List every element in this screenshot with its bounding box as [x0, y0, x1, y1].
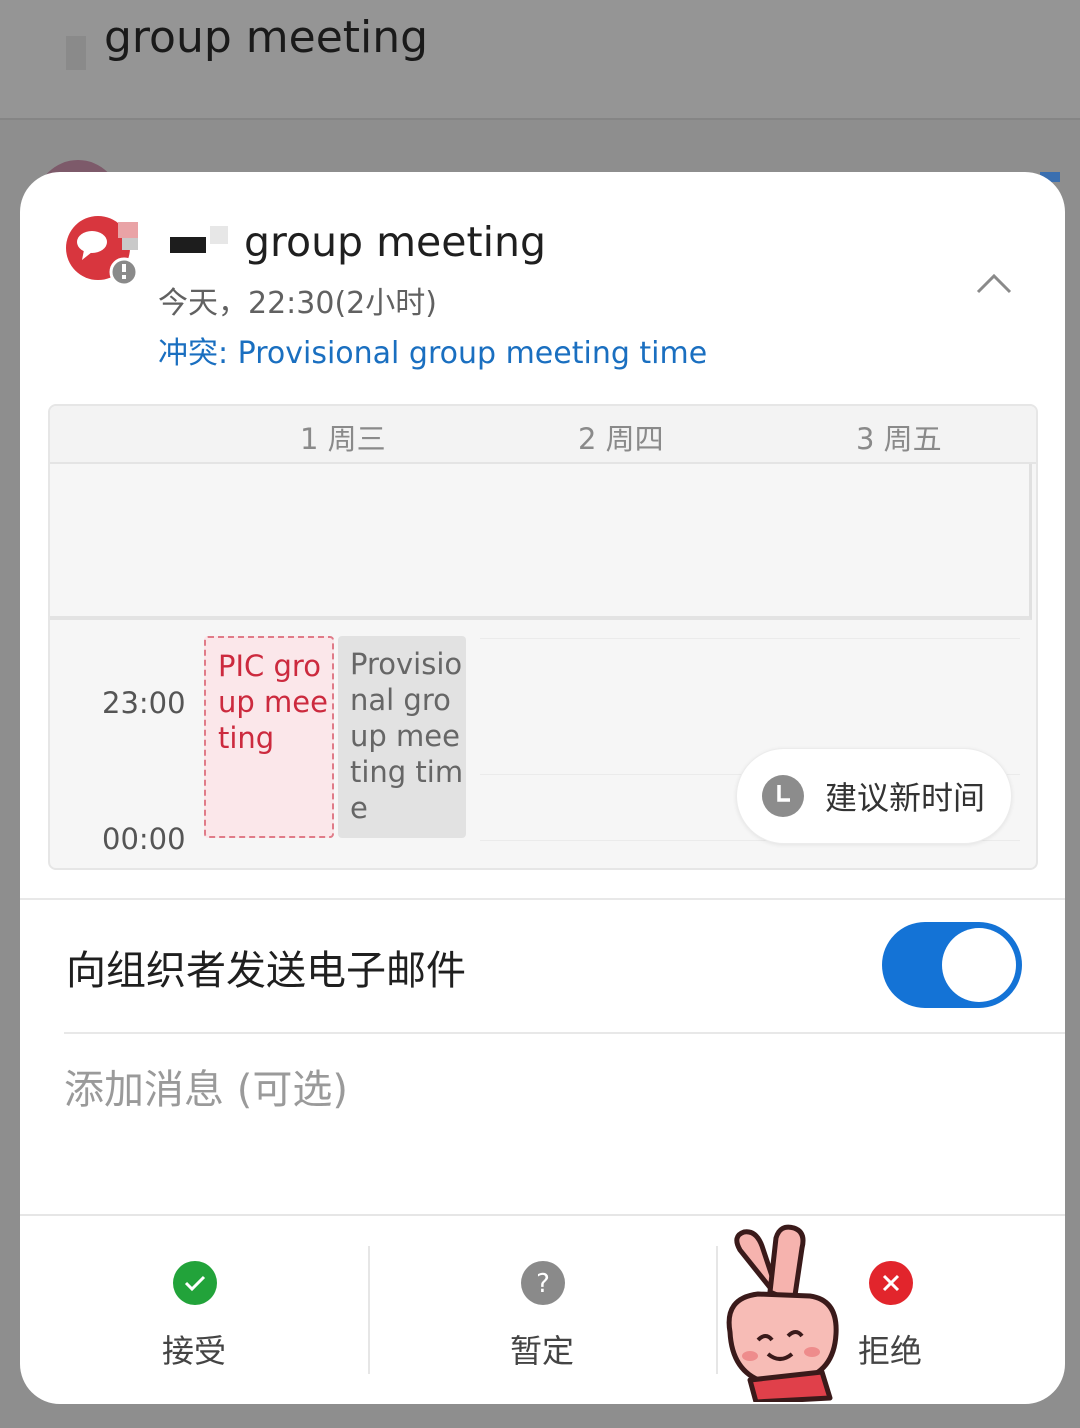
conflicting-event-block[interactable]: Provisional group meeting time	[338, 636, 466, 838]
email-organizer-row: 向组织者发送电子邮件	[20, 898, 1065, 1032]
calendar-preview: 1 周三 2 周四 3 周五 23:00 00:00 PIC group mee…	[48, 404, 1038, 870]
email-organizer-label: 向组织者发送电子邮件	[66, 948, 466, 994]
time-label: 23:00	[102, 686, 186, 720]
event-title: group meeting	[244, 218, 546, 266]
svg-text:?: ?	[536, 1269, 550, 1299]
background-title: group meeting	[104, 12, 429, 63]
divider	[64, 1032, 1065, 1034]
message-input[interactable]	[64, 1060, 964, 1120]
grid-line	[480, 638, 1020, 639]
time-grid: 23:00 00:00 PIC group meeting Provisiona…	[50, 624, 1036, 868]
event-time: 今天，22:30(2小时)	[158, 286, 437, 321]
tentative-button[interactable]: ? 暂定	[368, 1216, 716, 1404]
accept-label: 接受	[161, 1332, 226, 1370]
redacted-block	[170, 237, 206, 253]
clock-icon	[762, 775, 804, 817]
tentative-label: 暂定	[509, 1332, 574, 1370]
day-header: 1 周三	[300, 422, 386, 456]
meeting-response-sheet: group meeting 今天，22:30(2小时) 冲突: Provisio…	[20, 172, 1065, 1404]
chevron-up-icon[interactable]	[974, 268, 1014, 298]
back-icon	[66, 36, 86, 70]
all-day-area	[50, 464, 1032, 620]
conflict-notice[interactable]: 冲突: Provisional group meeting time	[158, 328, 707, 372]
suggest-new-time-label: 建议新时间	[825, 779, 986, 817]
x-circle-icon	[869, 1261, 913, 1305]
toggle-knob	[942, 928, 1016, 1002]
current-event-block[interactable]: PIC group meeting	[204, 636, 334, 838]
question-circle-icon: ?	[521, 1261, 565, 1305]
event-header: group meeting 今天，22:30(2小时) 冲突: Provisio…	[20, 172, 1065, 402]
day-header: 2 周四	[578, 422, 664, 456]
day-header: 3 周五	[856, 422, 942, 456]
teams-app-icon	[66, 216, 139, 286]
background-header: group meeting	[0, 0, 1080, 120]
redacted-block	[210, 226, 228, 244]
day-headers: 1 周三 2 周四 3 周五	[50, 406, 1036, 464]
time-label: 00:00	[102, 822, 186, 856]
peace-hand-sticker	[726, 1224, 839, 1402]
suggest-new-time-button[interactable]: 建议新时间	[736, 748, 1012, 844]
accept-button[interactable]: 接受	[20, 1216, 368, 1404]
response-action-bar: 接受 ? 暂定 拒绝	[20, 1214, 1065, 1404]
email-organizer-toggle[interactable]	[882, 922, 1022, 1008]
check-circle-icon	[173, 1261, 217, 1305]
